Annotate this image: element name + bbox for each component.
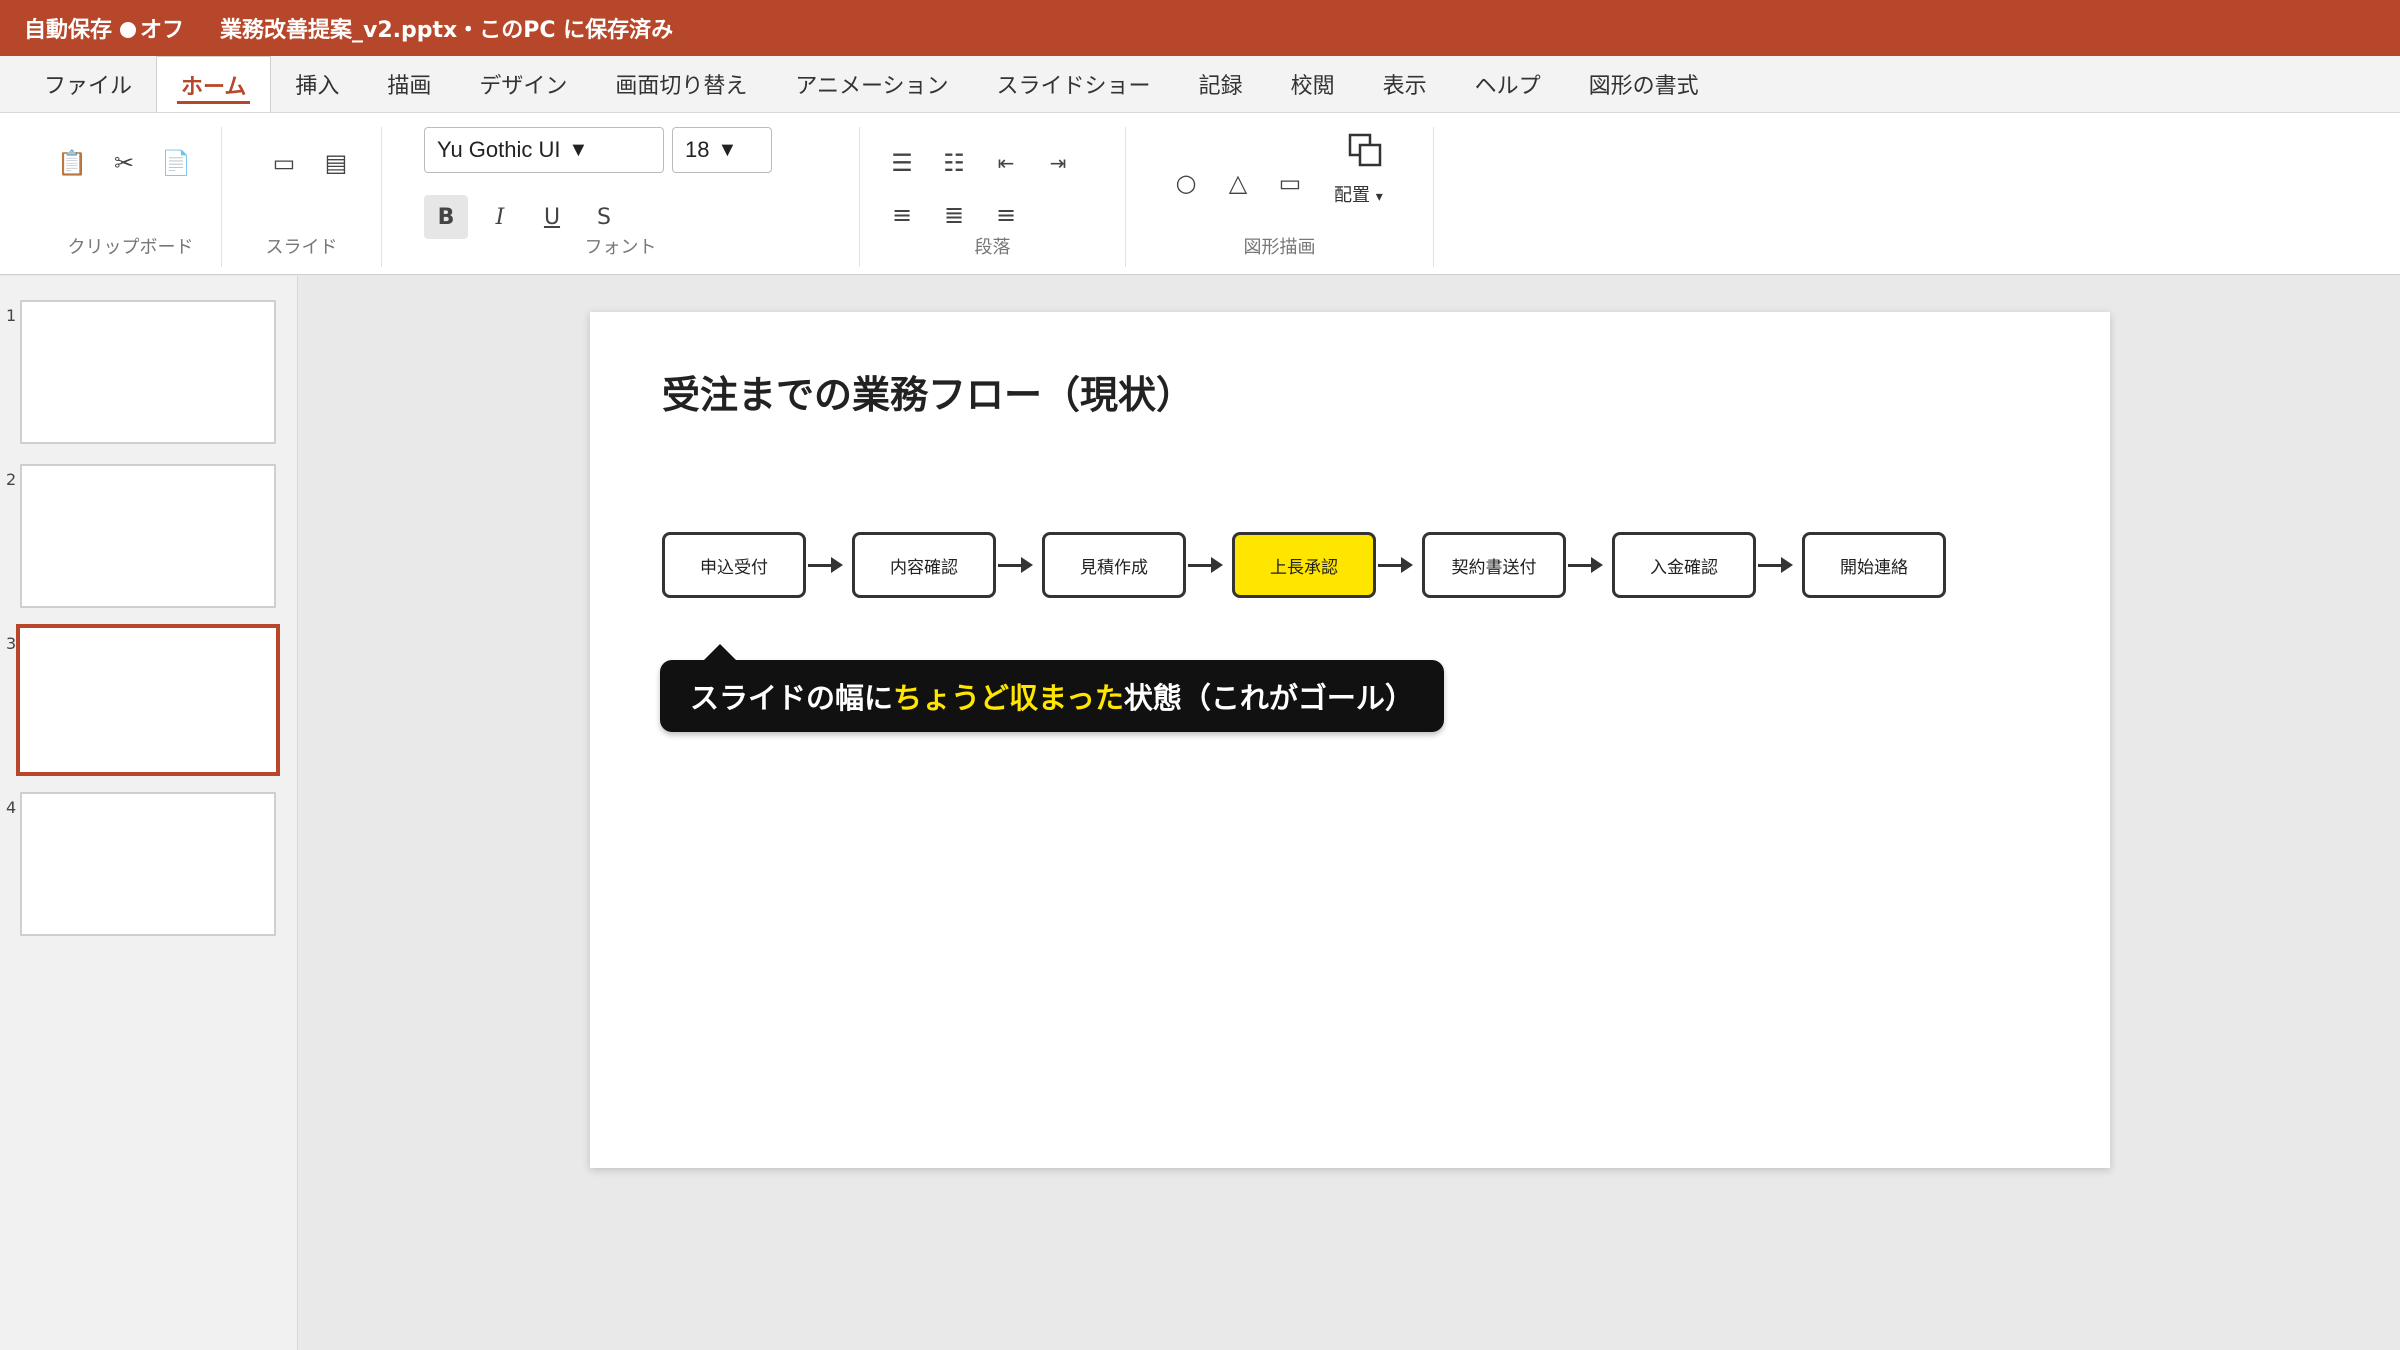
flow-arrow	[1758, 557, 1793, 573]
slide-canvas[interactable]: 受注までの業務フロー（現状） 申込受付 内容確認 見積作成 上長承認 契約書送付…	[590, 312, 2110, 1168]
slides-group: ▭ ▤ スライド	[222, 127, 382, 267]
slide-title[interactable]: 受注までの業務フロー（現状）	[662, 364, 1194, 419]
callout-text-part1: スライドの幅に	[690, 681, 894, 715]
autosave-state: オフ	[140, 18, 185, 43]
flow-step[interactable]: 内容確認	[852, 532, 996, 598]
flow-step[interactable]: 契約書送付	[1422, 532, 1566, 598]
clipboard-group-label: クリップボード	[67, 237, 194, 258]
tab-review[interactable]: 校閲	[1267, 56, 1359, 112]
font-size-dropdown[interactable]: 18 ▼	[672, 127, 772, 173]
tab-record[interactable]: 記録	[1175, 56, 1267, 112]
arrange-label: 配置	[1334, 185, 1370, 206]
tab-help[interactable]: ヘルプ	[1451, 56, 1565, 112]
callout-text-highlight: ちょうど収まった	[893, 681, 1124, 715]
flow-step-highlighted[interactable]: 上長承認	[1232, 532, 1376, 598]
font-name-value: Yu Gothic UI	[437, 137, 561, 162]
drawing-group: ○ △ ▭ 配置 ▾ 図形描画	[1126, 127, 1434, 267]
flow-arrow	[1378, 557, 1413, 573]
thumbnail-number: 3	[6, 634, 17, 653]
flow-arrow	[1188, 557, 1223, 573]
flow-step[interactable]: 見積作成	[1042, 532, 1186, 598]
chevron-down-icon: ▾	[1375, 189, 1383, 205]
tab-design[interactable]: デザイン	[455, 56, 591, 112]
paste-icon[interactable]: 📋	[50, 141, 94, 185]
align-left-icon[interactable]: ≡	[880, 193, 924, 237]
increase-indent-icon[interactable]: ⇥	[1036, 141, 1080, 185]
tab-file[interactable]: ファイル	[20, 56, 156, 112]
autosave-toggle[interactable]: 自動保存 オフ	[24, 12, 184, 44]
tab-draw[interactable]: 描画	[363, 56, 455, 112]
flow-step[interactable]: 入金確認	[1612, 532, 1756, 598]
paragraph-group: ☰ ☷ ⇤ ⇥ ≡ ≣ ≡ 段落	[860, 127, 1126, 267]
flow-arrow	[808, 557, 843, 573]
new-slide-icon[interactable]: ▭	[262, 141, 306, 185]
callout-tooltip: スライドの幅に ちょうど収まった 状態（これがゴール）	[660, 644, 1444, 732]
document-title: 業務改善提案_v2.pptx・このPC に保存済み	[220, 18, 674, 43]
slide-thumbnail-2[interactable]	[20, 464, 276, 608]
decrease-indent-icon[interactable]: ⇤	[984, 141, 1028, 185]
flow-arrow	[1568, 557, 1603, 573]
slide-thumbnail-4[interactable]	[20, 792, 276, 936]
callout-text-part2: 状態（これがゴール）	[1123, 681, 1414, 715]
flow-step[interactable]: 申込受付	[662, 532, 806, 598]
flow-arrow	[998, 557, 1033, 573]
chevron-down-icon: ▼	[568, 138, 589, 161]
toggle-dot-icon	[120, 22, 137, 38]
layout-icon[interactable]: ▤	[314, 141, 358, 185]
title-bar: 自動保存 オフ 業務改善提案_v2.pptx・このPC に保存済み	[0, 0, 2400, 56]
arrange-icon	[1348, 133, 1382, 167]
cut-icon[interactable]: ✂	[102, 141, 146, 185]
autosave-label: 自動保存	[24, 18, 113, 43]
font-group: Yu Gothic UI ▼ 18 ▼ B I U S フォント	[382, 127, 860, 267]
tab-slideshow[interactable]: スライドショー	[973, 56, 1175, 112]
thumbnail-number: 2	[6, 470, 17, 489]
font-group-label: フォント	[584, 237, 657, 258]
thumbnail-number: 4	[6, 798, 17, 817]
align-right-icon[interactable]: ≡	[984, 193, 1028, 237]
slide-thumbnails-panel: 1 2 3 4	[0, 276, 298, 1350]
tab-shape-format[interactable]: 図形の書式	[1565, 56, 1723, 112]
tab-view[interactable]: 表示	[1359, 56, 1451, 112]
font-size-value: 18	[685, 137, 710, 162]
tab-insert[interactable]: 挿入	[271, 56, 363, 112]
clipboard-group: 📋 ✂ 📄 クリップボード	[40, 127, 222, 267]
slides-group-label: スライド	[265, 237, 338, 258]
slide-thumbnail-3[interactable]	[16, 624, 280, 776]
circle-icon[interactable]: ○	[1164, 161, 1208, 205]
ribbon-tabs: ファイル ホーム 挿入 描画 デザイン 画面切り替え アニメーション スライドシ…	[0, 56, 2400, 112]
triangle-icon[interactable]: △	[1216, 161, 1260, 205]
tab-animations[interactable]: アニメーション	[771, 56, 972, 112]
copy-icon[interactable]: 📄	[154, 141, 198, 185]
drawing-group-label: 図形描画	[1243, 237, 1316, 258]
ribbon: 📋 ✂ 📄 クリップボード ▭ ▤ スライド Yu Gothic UI ▼ 18 ▼…	[0, 112, 2400, 275]
font-name-dropdown[interactable]: Yu Gothic UI ▼	[424, 127, 664, 173]
chevron-down-icon: ▼	[717, 138, 738, 161]
rectangle-icon[interactable]: ▭	[1268, 161, 1312, 205]
bullets-icon[interactable]: ☰	[880, 141, 924, 185]
tab-home[interactable]: ホーム	[156, 56, 272, 112]
numbering-icon[interactable]: ☷	[932, 141, 976, 185]
arrange-button[interactable]: 配置 ▾	[1326, 131, 1406, 215]
align-center-icon[interactable]: ≣	[932, 193, 976, 237]
slide-thumbnail-1[interactable]	[20, 300, 276, 444]
thumbnail-number: 1	[6, 306, 17, 325]
tab-transitions[interactable]: 画面切り替え	[591, 56, 771, 112]
paragraph-group-label: 段落	[974, 237, 1011, 258]
flow-step[interactable]: 開始連絡	[1802, 532, 1946, 598]
